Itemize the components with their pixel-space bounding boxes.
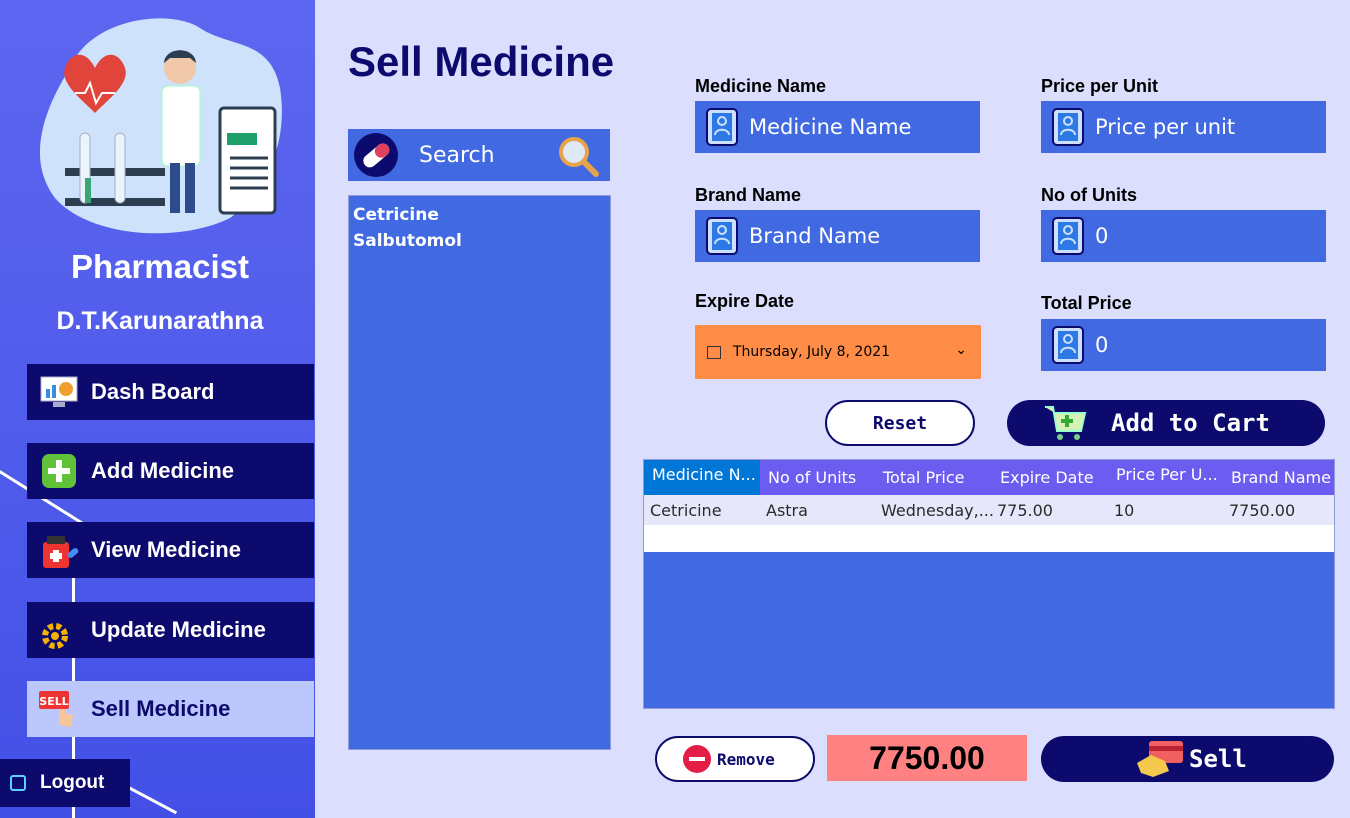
nav-label: Add Medicine bbox=[91, 458, 235, 483]
table-cell: 10 bbox=[1114, 500, 1135, 520]
list-item[interactable]: Cetricine bbox=[353, 202, 606, 228]
table-row[interactable]: Cetricine Astra Wednesday,... 775.00 10 … bbox=[644, 495, 1334, 525]
table-cell: 775.00 bbox=[997, 500, 1053, 520]
cart-table[interactable]: Medicine N... No of Units Total Price Ex… bbox=[643, 459, 1335, 709]
sidebar: Pharmacist D.T.Karunarathna Dash Board A… bbox=[0, 0, 315, 818]
table-cell: Wednesday,... bbox=[881, 500, 994, 520]
column-header[interactable]: Brand Name bbox=[1231, 460, 1334, 495]
nav-label: Sell Medicine bbox=[91, 696, 231, 721]
chevron-down-icon[interactable]: ⌄ bbox=[955, 342, 967, 358]
expire-date-picker[interactable]: Thursday, July 8, 2021 ⌄ bbox=[695, 325, 981, 379]
table-cell: 7750.00 bbox=[1229, 500, 1296, 520]
view-medicine-icon bbox=[37, 530, 81, 570]
add-to-cart-button[interactable]: Add to Cart bbox=[1007, 400, 1325, 446]
sell-button[interactable]: Sell bbox=[1041, 736, 1334, 782]
nav-update-medicine-button[interactable]: Update Medicine bbox=[27, 602, 314, 658]
grand-total: 7750.00 bbox=[827, 735, 1027, 781]
role-title: Pharmacist bbox=[71, 248, 249, 285]
total-price-input[interactable]: 0 bbox=[1095, 333, 1108, 357]
minus-circle-icon bbox=[683, 745, 711, 773]
nav-label: View Medicine bbox=[91, 537, 241, 562]
pill-icon bbox=[354, 133, 398, 177]
column-header[interactable]: Expire Date bbox=[1000, 460, 1110, 495]
nav-view-medicine-button[interactable]: View Medicine bbox=[27, 522, 314, 578]
search-input[interactable]: Search bbox=[419, 143, 495, 168]
expire-date-label: Expire Date bbox=[695, 291, 795, 311]
price-per-unit-label: Price per Unit bbox=[1041, 76, 1159, 96]
dashboard-icon bbox=[37, 372, 81, 412]
column-header[interactable]: Medicine N... bbox=[644, 460, 760, 495]
nav-label: Update Medicine bbox=[91, 617, 266, 642]
id-badge-icon bbox=[706, 217, 738, 255]
id-badge-icon bbox=[1052, 217, 1084, 255]
column-header[interactable]: Total Price bbox=[883, 460, 993, 495]
svg-text:SELL: SELL bbox=[39, 695, 68, 708]
search-icon[interactable] bbox=[554, 132, 600, 178]
sell-icon: SELL bbox=[37, 689, 81, 729]
gear-icon bbox=[37, 610, 81, 650]
medicine-name-label: Medicine Name bbox=[695, 76, 827, 96]
id-badge-icon bbox=[706, 108, 738, 146]
brand-name-label: Brand Name bbox=[695, 185, 802, 205]
new-row[interactable] bbox=[644, 525, 1334, 552]
nav-dashboard-button[interactable]: Dash Board bbox=[27, 364, 314, 420]
calendar-icon bbox=[707, 345, 721, 359]
column-header[interactable]: Price Per U... bbox=[1116, 460, 1226, 495]
page-title: Sell Medicine bbox=[348, 38, 615, 85]
no-of-units-label: No of Units bbox=[1041, 185, 1137, 205]
no-of-units-input[interactable]: 0 bbox=[1095, 224, 1108, 248]
brand-name-input[interactable]: Brand Name bbox=[749, 224, 880, 248]
reset-button[interactable]: Reset bbox=[825, 400, 975, 446]
cart-icon bbox=[1045, 406, 1087, 440]
no-of-units-field[interactable]: 0 bbox=[1041, 210, 1326, 262]
nav-add-medicine-button[interactable]: Add Medicine bbox=[27, 443, 314, 499]
sell-label: Sell bbox=[1189, 745, 1247, 773]
price-per-unit-input[interactable]: Price per unit bbox=[1095, 115, 1235, 139]
logout-button[interactable]: Logout bbox=[0, 759, 130, 807]
total-price-field[interactable]: 0 bbox=[1041, 319, 1326, 371]
add-to-cart-label: Add to Cart bbox=[1111, 409, 1270, 437]
brand-name-field[interactable]: Brand Name bbox=[695, 210, 980, 262]
logout-label: Logout bbox=[40, 772, 105, 793]
payment-card-icon bbox=[1137, 741, 1183, 777]
remove-label: Remove bbox=[717, 749, 775, 769]
user-name: D.T.Karunarathna bbox=[56, 307, 264, 335]
add-icon bbox=[37, 451, 81, 491]
id-badge-icon bbox=[1052, 108, 1084, 146]
pharmacist-illustration bbox=[39, 18, 282, 234]
medicine-name-input[interactable]: Medicine Name bbox=[749, 115, 911, 139]
nav-label: Dash Board bbox=[91, 379, 215, 404]
column-header[interactable]: No of Units bbox=[768, 460, 878, 495]
medicine-name-field[interactable]: Medicine Name bbox=[695, 101, 980, 153]
nav-sell-medicine-button[interactable]: SELL Sell Medicine bbox=[27, 681, 314, 737]
expire-date-value: Thursday, July 8, 2021 bbox=[733, 344, 891, 360]
table-cell: Astra bbox=[766, 500, 808, 520]
price-per-unit-field[interactable]: Price per unit bbox=[1041, 101, 1326, 153]
id-badge-icon bbox=[1052, 326, 1084, 364]
list-item[interactable]: Salbutomol bbox=[353, 228, 606, 254]
total-price-label: Total Price bbox=[1041, 293, 1132, 313]
search-bar[interactable]: Search bbox=[348, 129, 610, 181]
table-cell: Cetricine bbox=[650, 500, 722, 520]
medicine-list[interactable]: Cetricine Salbutomol bbox=[348, 195, 611, 750]
remove-button[interactable]: Remove bbox=[655, 736, 815, 782]
logout-icon bbox=[10, 775, 26, 791]
